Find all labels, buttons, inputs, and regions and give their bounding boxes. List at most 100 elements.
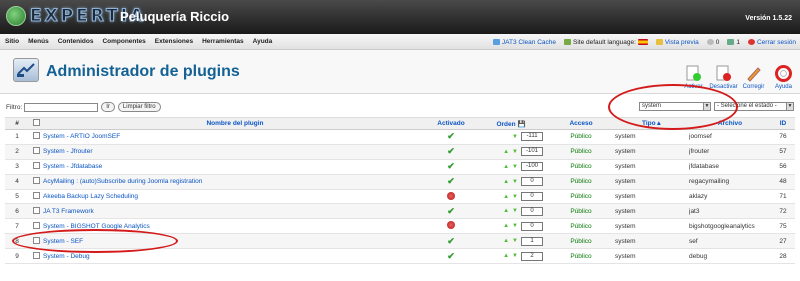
access-cell[interactable]: Público: [547, 218, 615, 235]
table-row[interactable]: 5 Akeeba Backup Lazy Scheduling ▲ ▼ 0 Público…: [5, 189, 795, 205]
plugin-name-link[interactable]: System - Jfdatabase: [43, 163, 102, 170]
filter-input[interactable]: [24, 102, 99, 112]
move-down-icon[interactable]: ▼: [512, 179, 518, 185]
enabled-check-icon[interactable]: ✔: [447, 161, 455, 171]
row-checkbox-cell[interactable]: [29, 248, 43, 265]
menu-menus[interactable]: Menús: [28, 38, 49, 45]
plugin-name-link[interactable]: Akeeba Backup Lazy Scheduling: [43, 193, 138, 200]
access-cell[interactable]: Público: [547, 248, 615, 265]
header-order[interactable]: Orden 💾: [475, 117, 547, 130]
plugin-name-link[interactable]: JA T3 Framework: [43, 208, 94, 215]
plugin-name-link[interactable]: System - ARTIO JoomSEF: [43, 133, 120, 140]
move-up-icon[interactable]: ▲: [503, 208, 509, 214]
row-checkbox-cell[interactable]: [29, 144, 43, 160]
header-access[interactable]: Acceso: [547, 117, 615, 130]
order-input[interactable]: 0: [521, 192, 543, 201]
enabled-check-icon[interactable]: ✔: [447, 236, 455, 246]
order-input[interactable]: -111: [521, 132, 543, 142]
menu-sitio[interactable]: Sitio: [5, 38, 19, 45]
clean-cache-link[interactable]: JAT3 Clean Cache: [492, 39, 556, 46]
select-all-checkbox[interactable]: [32, 119, 40, 126]
move-down-icon[interactable]: ▼: [512, 134, 518, 140]
plugin-name-link[interactable]: System - Jfrouter: [43, 148, 92, 155]
move-down-icon[interactable]: ▼: [512, 164, 518, 170]
move-down-icon[interactable]: ▼: [512, 223, 518, 229]
header-enabled[interactable]: Activado: [427, 117, 475, 130]
row-checkbox[interactable]: [32, 132, 40, 140]
row-checkbox[interactable]: [32, 147, 40, 155]
move-down-icon[interactable]: ▼: [512, 149, 518, 155]
menu-componentes[interactable]: Componentes: [102, 38, 145, 45]
help-button[interactable]: Ayuda: [770, 56, 797, 90]
access-cell[interactable]: Público: [547, 203, 615, 220]
order-input[interactable]: 0: [521, 177, 543, 187]
order-input[interactable]: -100: [521, 162, 543, 172]
order-input[interactable]: 1: [521, 236, 543, 246]
move-up-icon[interactable]: ▲: [503, 223, 509, 229]
move-up-icon[interactable]: ▲: [503, 253, 509, 259]
row-checkbox[interactable]: [32, 206, 40, 214]
enabled-check-icon[interactable]: ✔: [447, 176, 455, 186]
table-row[interactable]: 3 System - Jfdatabase ✔ ▲ ▼ -100 Público system…: [5, 159, 795, 175]
row-checkbox-cell[interactable]: [29, 174, 43, 190]
access-cell[interactable]: Público: [547, 189, 615, 205]
move-up-icon[interactable]: ▲: [503, 238, 509, 244]
enabled-check-icon[interactable]: ✔: [447, 251, 455, 261]
move-down-icon[interactable]: ▼: [512, 194, 518, 200]
header-id[interactable]: ID: [771, 117, 795, 130]
header-name[interactable]: Nombre del plugin: [43, 117, 427, 130]
access-cell[interactable]: Público: [547, 174, 615, 190]
default-language[interactable]: Site default language:: [564, 39, 648, 46]
order-input[interactable]: -101: [521, 147, 543, 157]
save-order-icon[interactable]: 💾: [517, 121, 525, 128]
menu-ayuda[interactable]: Ayuda: [253, 38, 273, 45]
logout-link[interactable]: Cerrar sesión: [747, 39, 796, 46]
plugin-name-link[interactable]: AcyMailing : (auto)Subscribe during Joom…: [43, 178, 202, 185]
row-checkbox-cell[interactable]: [29, 129, 43, 145]
move-down-icon[interactable]: ▼: [512, 238, 518, 244]
disabled-x-icon[interactable]: [447, 221, 455, 230]
move-up-icon[interactable]: ▲: [503, 194, 509, 200]
row-checkbox-cell[interactable]: [29, 203, 43, 220]
row-checkbox-cell[interactable]: [29, 159, 43, 175]
menu-herramientas[interactable]: Herramientas: [202, 38, 244, 45]
menu-extensiones[interactable]: Extensiones: [155, 38, 193, 45]
messages-count[interactable]: 0: [706, 39, 719, 46]
row-checkbox[interactable]: [32, 221, 40, 229]
order-input[interactable]: 0: [521, 206, 543, 216]
row-checkbox[interactable]: [32, 251, 40, 259]
row-checkbox[interactable]: [32, 162, 40, 170]
row-checkbox-cell[interactable]: [29, 189, 43, 205]
move-up-icon[interactable]: ▲: [503, 179, 509, 185]
order-input[interactable]: 2: [521, 251, 543, 261]
go-button[interactable]: Ir: [101, 102, 115, 112]
access-cell[interactable]: Público: [547, 129, 615, 145]
enabled-check-icon[interactable]: ✔: [447, 131, 455, 141]
deactivate-button[interactable]: Desactivar: [709, 56, 738, 90]
table-row[interactable]: 6 JA T3 Framework ✔ ▲ ▼ 0 Público system jat3 72: [5, 203, 795, 220]
access-cell[interactable]: Público: [547, 144, 615, 160]
row-checkbox[interactable]: [32, 192, 40, 199]
plugin-name-link[interactable]: System - Debug: [43, 253, 90, 260]
edit-button[interactable]: Corregir: [740, 56, 767, 90]
order-input[interactable]: 0: [521, 221, 543, 231]
enabled-check-icon[interactable]: ✔: [447, 206, 455, 216]
menu-contenidos[interactable]: Contenidos: [58, 38, 94, 45]
enabled-check-icon[interactable]: ✔: [447, 146, 455, 156]
header-select-all[interactable]: [29, 117, 43, 130]
move-down-icon[interactable]: ▼: [512, 208, 518, 214]
table-row[interactable]: 1 System - ARTIO JoomSEF ✔ ▼ -111 Público syst…: [5, 129, 795, 145]
table-row[interactable]: 4 AcyMailing : (auto)Subscribe during Joo…: [5, 174, 795, 190]
move-down-icon[interactable]: ▼: [512, 253, 518, 259]
disabled-x-icon[interactable]: [447, 191, 455, 200]
preview-link[interactable]: Vista previa: [655, 39, 699, 46]
access-cell[interactable]: Público: [547, 159, 615, 175]
row-checkbox[interactable]: [32, 177, 40, 185]
file-cell: joomsef: [689, 129, 771, 145]
access-cell[interactable]: Público: [547, 233, 615, 250]
users-count[interactable]: 1: [727, 39, 740, 46]
move-up-icon[interactable]: ▲: [503, 164, 509, 170]
reset-filter-button[interactable]: Limpiar filtro: [117, 102, 161, 112]
move-up-icon[interactable]: ▲: [503, 149, 509, 155]
table-row[interactable]: 2 System - Jfrouter ✔ ▲ ▼ -101 Público system jf…: [5, 144, 795, 160]
